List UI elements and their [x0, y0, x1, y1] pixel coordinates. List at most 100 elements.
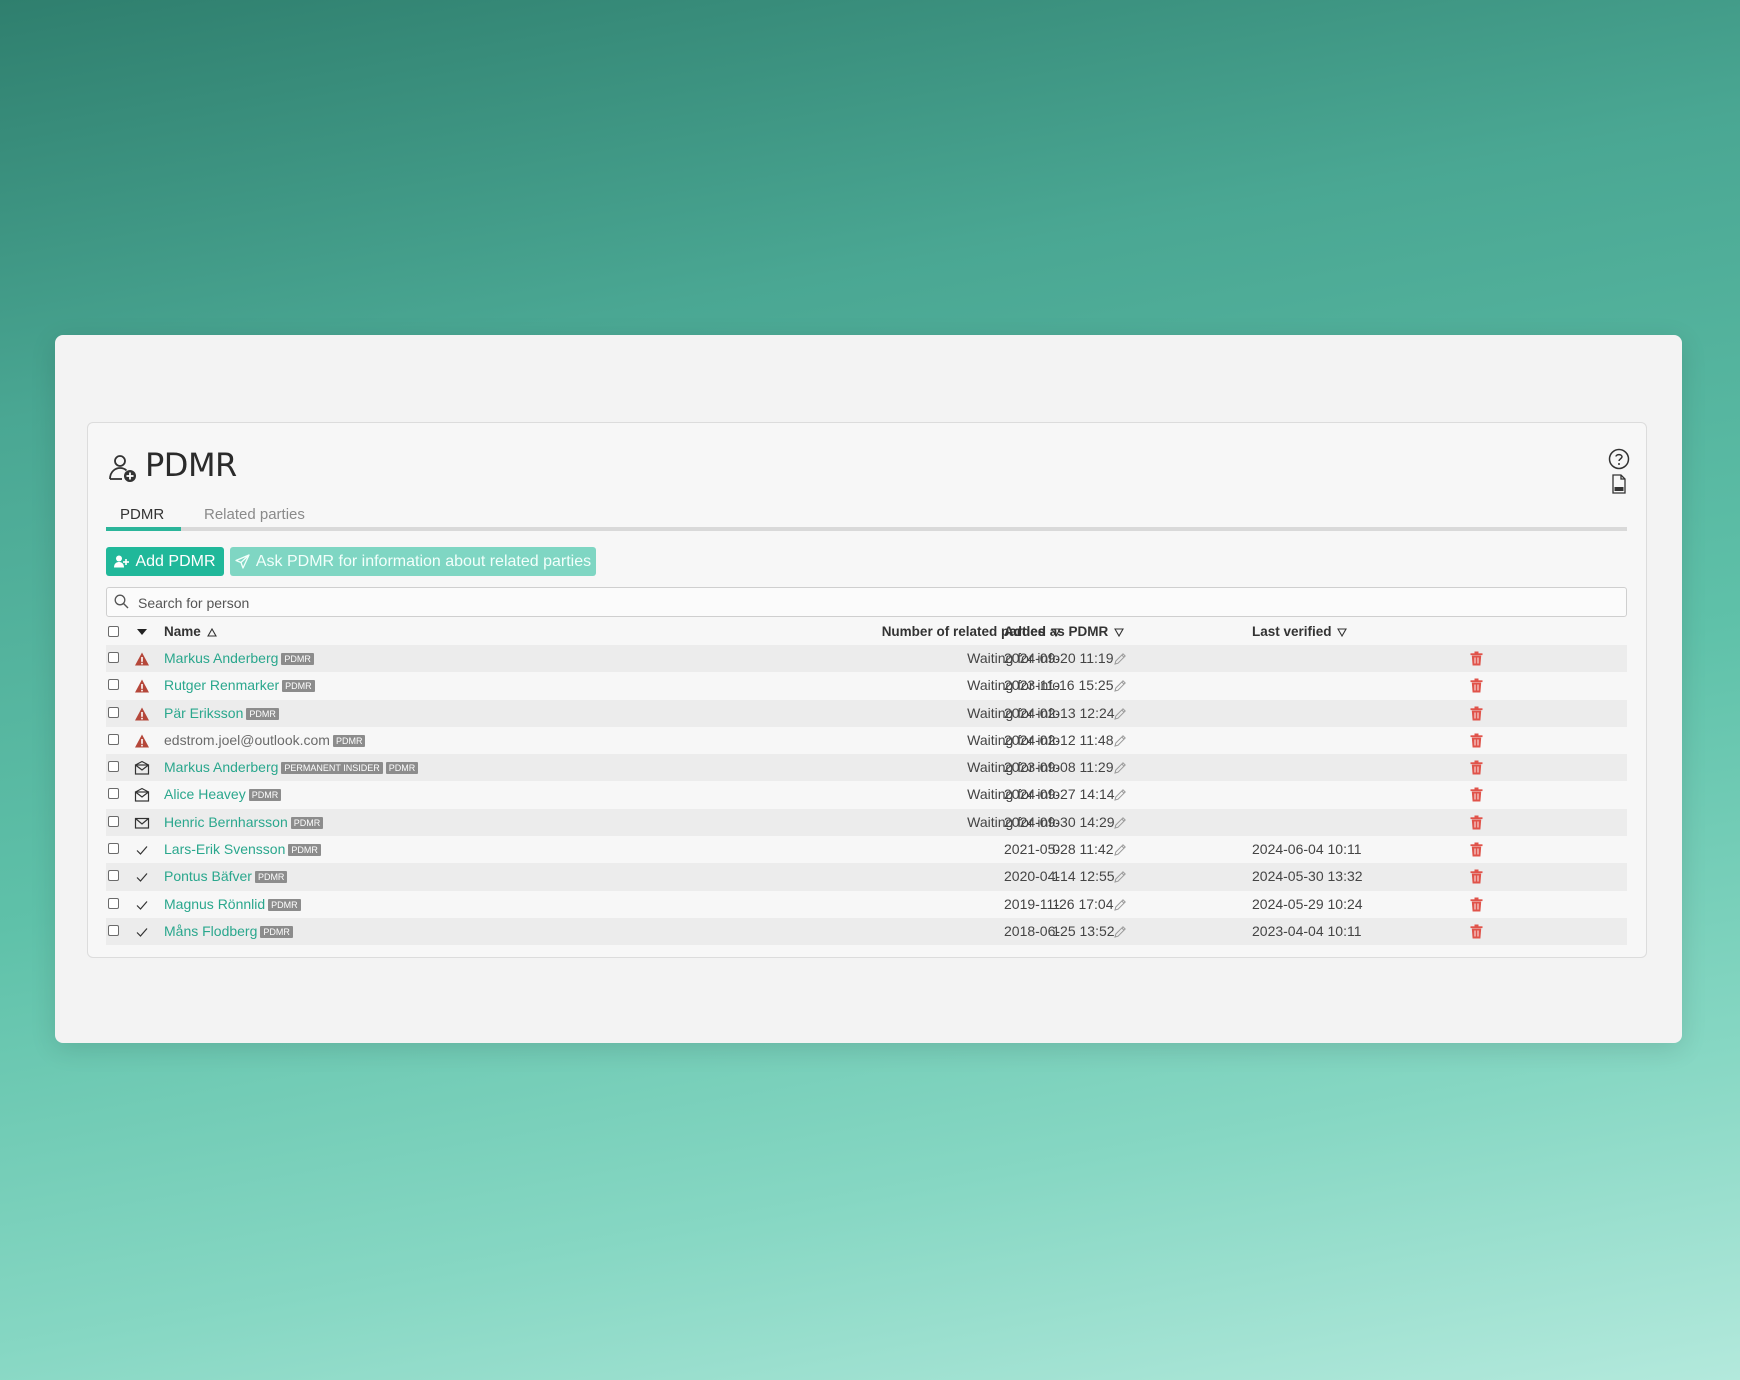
pdmr-panel: PDMR PDMR Related parties Add PDMR Ask P…	[87, 422, 1647, 958]
row-checkbox[interactable]	[108, 870, 119, 882]
page-title: PDMR	[145, 446, 237, 484]
person-link[interactable]: Måns Flodberg	[164, 923, 257, 939]
cell-added-date: 2023-09-08 11:29	[1004, 759, 1114, 776]
column-header-verified[interactable]: Last verified	[1252, 619, 1348, 645]
row-checkbox[interactable]	[108, 788, 119, 800]
envelope-icon	[134, 817, 150, 829]
person-link[interactable]: Pär Eriksson	[164, 705, 243, 721]
modal-card: PDMR PDMR Related parties Add PDMR Ask P…	[55, 335, 1682, 1043]
cell-name: Markus Anderberg PDMR	[164, 645, 314, 672]
table-row: Måns Flodberg PDMR 1 2018-06-25 13:52 2023-0…	[106, 917, 1627, 946]
column-header-added[interactable]: Added as PDMR	[1004, 619, 1124, 645]
pencil-icon[interactable]	[1113, 816, 1127, 830]
add-pdmr-button[interactable]: Add PDMR	[106, 547, 224, 576]
table-row: Pontus Bäfver PDMR 1 2020-04-14 12:55 2024-0…	[106, 863, 1627, 891]
pencil-icon[interactable]	[1113, 788, 1127, 802]
search-box	[106, 587, 1627, 617]
trash-icon[interactable]	[1470, 651, 1483, 666]
role-badge: PDMR	[254, 871, 288, 884]
person-link[interactable]: Pontus Bäfver	[164, 868, 252, 884]
trash-icon[interactable]	[1470, 787, 1483, 802]
pencil-icon[interactable]	[1113, 843, 1127, 857]
pencil-icon[interactable]	[1113, 761, 1127, 775]
envelope-open-icon	[134, 788, 150, 803]
cell-name: Magnus Rönnlid PDMR	[164, 891, 301, 918]
trash-icon[interactable]	[1470, 678, 1483, 693]
person-link[interactable]: Markus Anderberg	[164, 650, 278, 666]
row-checkbox[interactable]	[108, 706, 119, 718]
tab-pdmr-label: PDMR	[120, 506, 165, 523]
pencil-icon[interactable]	[1113, 707, 1127, 721]
table-row: edstrom.joel@outlook.com PDMR Waiting for …	[106, 727, 1627, 754]
cell-added-date: 2021-05-28 11:42	[1004, 841, 1114, 858]
table-header-row: Name Number of related parties Added as …	[106, 619, 1627, 645]
help-icon[interactable]	[1608, 448, 1630, 470]
person-link[interactable]: Lars-Erik Svensson	[164, 841, 285, 857]
cell-added-date: 2020-04-14 12:55	[1004, 868, 1115, 885]
cell-name: Alice Heavey PDMR	[164, 781, 282, 808]
trash-icon[interactable]	[1470, 842, 1483, 857]
trash-icon[interactable]	[1470, 760, 1483, 775]
pencil-icon[interactable]	[1113, 652, 1127, 666]
check-icon	[136, 846, 148, 855]
role-badge: PDMR	[282, 680, 315, 693]
row-checkbox[interactable]	[108, 924, 119, 936]
trash-icon[interactable]	[1470, 897, 1483, 912]
add-user-icon	[114, 555, 130, 568]
row-checkbox[interactable]	[108, 679, 119, 691]
row-checkbox[interactable]	[108, 652, 119, 663]
person-link[interactable]: Henric Bernharsson	[164, 814, 288, 830]
cell-name: Måns Flodberg PDMR	[164, 918, 293, 945]
check-icon	[136, 928, 148, 937]
row-checkbox[interactable]	[108, 815, 119, 827]
person-link[interactable]: Alice Heavey	[164, 786, 246, 802]
role-badge: PERMANENT INSIDER	[281, 762, 383, 775]
person-link[interactable]: Rutger Renmarker	[164, 677, 279, 693]
person-link[interactable]: Magnus Rönnlid	[164, 896, 265, 912]
pencil-icon[interactable]	[1113, 870, 1127, 884]
pencil-icon[interactable]	[1113, 925, 1127, 939]
tab-related-parties[interactable]: Related parties	[204, 506, 305, 523]
trash-icon[interactable]	[1470, 924, 1483, 939]
cell-added-date: 2024-09-27 14:14	[1004, 786, 1115, 803]
trash-icon[interactable]	[1470, 815, 1483, 830]
role-badge: PDMR	[246, 707, 279, 720]
pencil-icon[interactable]	[1113, 679, 1127, 693]
warning-icon	[135, 652, 149, 666]
cell-last-verified: 2023-04-04 10:11	[1252, 922, 1362, 939]
envelope-open-icon	[134, 761, 150, 775]
trash-icon[interactable]	[1470, 869, 1483, 884]
table-row: Alice Heavey PDMR Waiting for info 2024-09-…	[106, 781, 1627, 808]
pdmr-table: Name Number of related parties Added as …	[106, 619, 1627, 946]
trash-icon[interactable]	[1470, 733, 1483, 748]
active-tab-indicator	[106, 527, 181, 531]
tab-pdmr[interactable]: PDMR	[120, 506, 164, 523]
column-name-label: Name	[164, 624, 201, 639]
row-checkbox[interactable]	[108, 761, 119, 773]
pencil-icon[interactable]	[1113, 734, 1127, 748]
row-checkbox[interactable]	[108, 733, 119, 745]
cell-last-verified: 2024-05-29 10:24	[1252, 895, 1363, 912]
warning-icon	[135, 679, 149, 693]
role-badge: PDMR	[268, 898, 301, 911]
person-link[interactable]: Markus Anderberg	[164, 759, 278, 775]
search-input[interactable]	[136, 591, 1610, 615]
role-badge: PDMR	[260, 925, 293, 938]
cell-name: Rutger Renmarker PDMR	[164, 672, 315, 699]
row-checkbox[interactable]	[108, 843, 119, 855]
pencil-icon[interactable]	[1113, 898, 1127, 912]
column-header-name[interactable]: Name	[164, 619, 217, 645]
check-icon	[136, 873, 148, 883]
row-checkbox[interactable]	[108, 897, 119, 909]
table-body: Markus Anderberg PDMR Waiting for info 2024…	[106, 645, 1627, 946]
table-row: Markus Anderberg PERMANENT INSIDER PDMR Wai…	[106, 754, 1627, 782]
tab-related-parties-label: Related parties	[204, 506, 305, 523]
cell-name: Pär Eriksson PDMR	[164, 700, 279, 727]
select-all-checkbox[interactable]	[108, 626, 119, 637]
trash-icon[interactable]	[1470, 706, 1483, 721]
sort-desc-icon	[1114, 628, 1124, 637]
xlsx-export-icon[interactable]	[1611, 474, 1627, 494]
caret-down-icon[interactable]	[134, 624, 150, 640]
ask-pdmr-button[interactable]: Ask PDMR for information about related p…	[230, 547, 596, 576]
role-badge: PDMR	[290, 816, 324, 829]
